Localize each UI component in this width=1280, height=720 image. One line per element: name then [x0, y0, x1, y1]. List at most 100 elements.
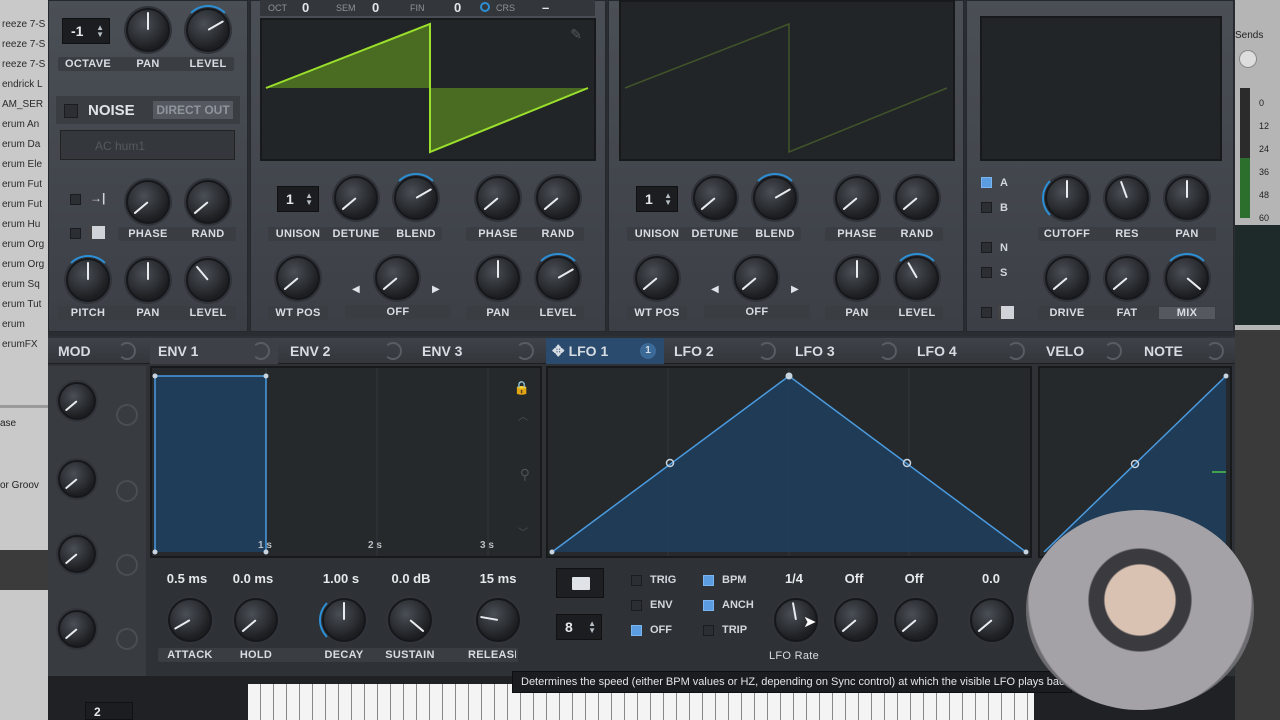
- list-item[interactable]: reeze 7-S: [0, 15, 48, 35]
- filter-route-a-checkbox[interactable]: [981, 177, 992, 188]
- tab-mod[interactable]: MOD: [50, 338, 144, 364]
- list-item[interactable]: reeze 7-S: [0, 35, 48, 55]
- list-item[interactable]: erum Tut: [0, 295, 48, 315]
- sustain-knob[interactable]: [388, 598, 432, 642]
- tab-lfo1[interactable]: ✥ LFO 1 1: [546, 338, 664, 364]
- lfo-grid-spinner[interactable]: 8 ▲ ▼: [556, 614, 602, 640]
- osc-b-warp-knob[interactable]: [734, 256, 778, 300]
- noise-level-knob[interactable]: [186, 258, 230, 302]
- warp-mode-value[interactable]: OFF: [704, 306, 810, 318]
- list-item[interactable]: erum Sq: [0, 275, 48, 295]
- list-item[interactable]: erum Org: [0, 255, 48, 275]
- lfo-smooth-knob[interactable]: [970, 598, 1014, 642]
- list-item[interactable]: erum An: [0, 115, 48, 135]
- noise-sample-selector[interactable]: AC hum1: [60, 130, 235, 160]
- osc-a-unison-spinner[interactable]: 1 ▲ ▼: [277, 186, 319, 212]
- warp-prev-icon[interactable]: ◀: [711, 284, 719, 295]
- tab-lfo4[interactable]: LFO 4: [909, 338, 1033, 364]
- env-display[interactable]: 1 s 2 s 3 s 🔒 ︿ ⚲ ﹀: [150, 366, 542, 558]
- lfo-env-checkbox[interactable]: [631, 600, 642, 611]
- macro-knob-1[interactable]: [58, 382, 96, 420]
- drag-move-icon[interactable]: ✥: [552, 343, 565, 360]
- osc-a-level-knob[interactable]: [533, 253, 583, 300]
- tab-env2[interactable]: ENV 2: [282, 338, 410, 364]
- osc-a-pan-knob[interactable]: [476, 256, 520, 300]
- voices-spinner[interactable]: 2: [85, 702, 133, 720]
- list-item[interactable]: endrick L: [0, 75, 48, 95]
- attack-knob[interactable]: [168, 598, 212, 642]
- noise-pan-knob[interactable]: [126, 258, 170, 302]
- list-item[interactable]: reeze 7-S: [0, 55, 48, 75]
- filter-mix-knob[interactable]: [1162, 253, 1212, 300]
- edit-pencil-icon[interactable]: ✎: [570, 26, 582, 43]
- lfo-anch-checkbox[interactable]: [703, 600, 714, 611]
- osc-a-wtpos-knob[interactable]: [276, 256, 320, 300]
- osc-b-pan-knob[interactable]: [835, 256, 879, 300]
- noise-rand-knob[interactable]: [186, 180, 230, 224]
- warp-prev-icon[interactable]: ◀: [352, 284, 360, 295]
- osc-b-wtpos-knob[interactable]: [635, 256, 679, 300]
- list-item[interactable]: or Groov: [0, 480, 39, 491]
- oct-value[interactable]: 0: [302, 0, 309, 15]
- list-item[interactable]: erum Hu: [0, 215, 48, 235]
- osc-b-detune-knob[interactable]: [693, 176, 737, 220]
- scroll-down-icon[interactable]: ﹀: [518, 524, 528, 539]
- lfo-trig-checkbox[interactable]: [631, 575, 642, 586]
- macro-knob-3[interactable]: [58, 535, 96, 573]
- warp-mode-value[interactable]: OFF: [345, 306, 451, 318]
- crs-value[interactable]: –: [542, 0, 549, 15]
- list-item[interactable]: erum Fut: [0, 175, 48, 195]
- list-item[interactable]: erum Da: [0, 135, 48, 155]
- decay-knob[interactable]: [319, 595, 366, 645]
- osc-a-detune-knob[interactable]: [334, 176, 378, 220]
- osc-b-rand-knob[interactable]: [895, 176, 939, 220]
- warp-next-icon[interactable]: ▶: [432, 284, 440, 295]
- macro-knob-2[interactable]: [58, 460, 96, 498]
- tab-lfo3[interactable]: LFO 3: [787, 338, 905, 364]
- fin-value[interactable]: 0: [454, 0, 461, 15]
- release-knob[interactable]: [476, 598, 520, 642]
- osc-b-level-knob[interactable]: [892, 253, 942, 300]
- noise-keytrack-toggle[interactable]: [70, 228, 81, 239]
- tab-lfo2[interactable]: LFO 2: [666, 338, 784, 364]
- filter-fat-knob[interactable]: [1105, 256, 1149, 300]
- lfo-rise-knob[interactable]: [834, 598, 878, 642]
- osc-b-phase-knob[interactable]: [835, 176, 879, 220]
- lfo-bpm-checkbox[interactable]: [703, 575, 714, 586]
- tab-velo[interactable]: VELO: [1038, 338, 1130, 364]
- osc-level-knob[interactable]: [183, 5, 233, 52]
- lfo-display[interactable]: [546, 366, 1032, 558]
- list-item[interactable]: erum Org: [0, 235, 48, 255]
- list-item[interactable]: erumFX: [0, 335, 48, 355]
- hold-knob[interactable]: [234, 598, 278, 642]
- osc-a-blend-knob[interactable]: [391, 173, 441, 220]
- list-item[interactable]: erum: [0, 315, 48, 335]
- osc-a-phase-knob[interactable]: [476, 176, 520, 220]
- coarse-toggle-icon[interactable]: [480, 2, 490, 12]
- osc-a-warp-knob[interactable]: [375, 256, 419, 300]
- noise-phase-knob[interactable]: [126, 180, 170, 224]
- send-knob[interactable]: [1239, 50, 1257, 68]
- tab-env1[interactable]: ENV 1: [150, 338, 278, 364]
- lfo-off-checkbox[interactable]: [631, 625, 642, 636]
- sem-value[interactable]: 0: [372, 0, 379, 15]
- osc-pan-knob[interactable]: [126, 8, 170, 52]
- tab-note[interactable]: NOTE: [1136, 338, 1232, 364]
- filter-cutoff-knob[interactable]: [1042, 173, 1089, 223]
- noise-oneshot-toggle[interactable]: [70, 194, 81, 205]
- filter-keytrack-toggle[interactable]: [981, 307, 992, 318]
- zoom-icon[interactable]: ⚲: [520, 466, 530, 483]
- scroll-up-icon[interactable]: ︿: [518, 408, 528, 423]
- filter-route-n-checkbox[interactable]: [981, 242, 992, 253]
- lfo-preset-folder-button[interactable]: [556, 568, 604, 598]
- list-item[interactable]: AM_SER: [0, 95, 48, 115]
- octave-spinner[interactable]: -1 ▲ ▼: [62, 18, 110, 44]
- tab-env3[interactable]: ENV 3: [414, 338, 542, 364]
- list-item[interactable]: erum Fut: [0, 195, 48, 215]
- macro-knob-4[interactable]: [58, 610, 96, 648]
- list-item[interactable]: erum Ele: [0, 155, 48, 175]
- lfo-trip-checkbox[interactable]: [703, 625, 714, 636]
- list-item[interactable]: ase: [0, 418, 16, 429]
- filter-route-b-checkbox[interactable]: [981, 202, 992, 213]
- filter-res-knob[interactable]: [1105, 176, 1149, 220]
